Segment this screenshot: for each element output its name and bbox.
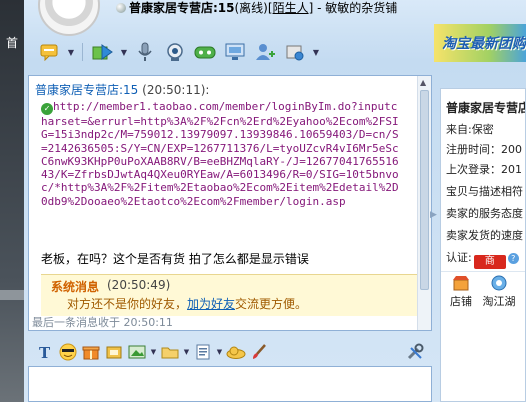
info-rating-match: 宝贝与描述相符 (446, 185, 523, 198)
info-rating-service: 卖家的服务态度 (446, 207, 523, 220)
system-message-prefix: 对方还不是你的好友， (67, 297, 188, 311)
message-text: 老板，在吗？这个是否有货 拍了怎么都是显示错误 (41, 252, 309, 266)
last-message-time: 最后一条消息收于 20:50:11 (32, 316, 173, 329)
file-transfer-icon[interactable] (89, 39, 117, 65)
tools-icon[interactable] (404, 341, 426, 363)
system-message: 系统消息 (20:50:49) 对方还不是你的好友，加为好友交流更方便。 (41, 274, 419, 316)
chat-window: 普康家居专营店:15(离线)[陌生人] - 敏敏的杂货铺 淘宝最新团购 ▼ ▼ (24, 0, 526, 402)
add-friend-link[interactable]: 加为好友 (187, 297, 235, 311)
screen-share-icon[interactable] (221, 39, 249, 65)
message-sender: 普康家居专营店:15 (35, 83, 139, 97)
emoticon-icon[interactable] (57, 341, 79, 363)
scrollbar-thumb[interactable] (420, 90, 429, 290)
history-scrollbar[interactable]: ▲ (417, 76, 431, 330)
settings-icon[interactable] (281, 39, 309, 65)
store-icon (453, 276, 469, 291)
cloud-icon[interactable] (225, 341, 247, 363)
ad-banner[interactable]: 淘宝最新团购 (434, 24, 526, 62)
chevron-down-icon[interactable]: ▼ (311, 48, 321, 57)
message-link-text[interactable]: http://member1.taobao.com/member/loginBy… (41, 100, 399, 208)
system-message-time: (20:50:49) (107, 278, 171, 292)
info-rating-delivery: 卖家发货的速度 (446, 229, 523, 242)
jianghu-shortcut[interactable]: 淘江湖 (481, 275, 517, 309)
collapse-panel-icon[interactable]: ▶ (430, 210, 438, 220)
input-toolbar: T ▼ ▼ ▼ (28, 340, 432, 364)
chevron-down-icon[interactable]: ▼ (182, 348, 191, 356)
desktop-glyph: 首 (6, 36, 19, 50)
online-status: (离线) (234, 1, 268, 15)
panel-divider (441, 271, 525, 272)
merchant-cert-icon[interactable]: 商 (473, 255, 506, 269)
title-separator: - (313, 1, 326, 15)
scroll-up-icon[interactable]: ▲ (420, 78, 429, 87)
svg-text:T: T (39, 344, 51, 360)
contact-info-panel: 普康家居专营店 来自:保密 注册时间：200 上次登录：201 宝贝与描述相符 … (440, 88, 526, 402)
chevron-down-icon[interactable]: ▼ (149, 348, 158, 356)
status-icon (116, 3, 126, 13)
brush-icon[interactable] (248, 341, 270, 363)
info-shop-name: 普康家居专营店 (446, 101, 526, 115)
chevron-down-icon[interactable]: ▼ (66, 48, 76, 57)
gift-icon[interactable] (80, 341, 102, 363)
chat-history[interactable]: 普康家居专营店:15 (20:50:11): ✓ http://member1.t… (28, 75, 432, 331)
info-location: 来自:保密 (446, 123, 494, 136)
add-friend-icon[interactable] (251, 39, 279, 65)
desktop-bar (0, 290, 24, 300)
message-header: 普康家居专营店:15 (20:50:11): (35, 81, 209, 98)
main-toolbar: ▼ ▼ ▼ (36, 38, 321, 66)
chat-icon[interactable] (36, 39, 64, 65)
font-icon[interactable]: T (34, 341, 56, 363)
info-certification: 认证: 商? (446, 249, 519, 269)
image-icon[interactable] (126, 341, 148, 363)
system-message-title: 系统消息 (51, 280, 100, 294)
store-shortcut-label: 店铺 (450, 295, 472, 308)
voice-icon[interactable] (131, 39, 159, 65)
shop-nickname: 敏敏的杂货铺 (325, 1, 398, 15)
store-shortcut[interactable]: 店铺 (443, 275, 479, 309)
message-link[interactable]: ✓ http://member1.taobao.com/member/loginB… (41, 100, 401, 208)
note-icon[interactable] (192, 341, 214, 363)
message-input[interactable] (28, 366, 432, 402)
desktop-edge: 首 (0, 0, 24, 402)
folder-icon[interactable] (159, 341, 181, 363)
contact-name: 普康家居专营店:15 (129, 1, 235, 15)
game-icon[interactable] (191, 39, 219, 65)
shake-icon[interactable] (103, 341, 125, 363)
info-last-login: 上次登录：201 (446, 163, 522, 176)
window-title: 普康家居专营店:15(离线)[陌生人] - 敏敏的杂货铺 (116, 0, 397, 16)
ad-banner-text: 淘宝最新团购 (442, 36, 526, 52)
verified-link-icon: ✓ (41, 103, 53, 115)
stranger-tag[interactable]: 陌生人 (273, 1, 309, 15)
chevron-down-icon[interactable]: ▼ (215, 348, 224, 356)
jianghu-icon (491, 275, 507, 291)
video-icon[interactable] (161, 39, 189, 65)
system-message-text: 对方还不是你的好友，加为好友交流更方便。 (67, 295, 307, 312)
system-message-suffix: 交流更方便。 (235, 297, 308, 311)
message-time: (20:50:11): (142, 83, 210, 97)
chevron-down-icon[interactable]: ▼ (119, 48, 129, 57)
avatar[interactable] (38, 0, 100, 36)
help-icon[interactable]: ? (507, 253, 519, 264)
toolbar-divider (82, 43, 83, 61)
info-registered: 注册时间：200 (446, 143, 522, 156)
cert-label: 认证: (446, 251, 472, 264)
jianghu-shortcut-label: 淘江湖 (482, 295, 516, 308)
